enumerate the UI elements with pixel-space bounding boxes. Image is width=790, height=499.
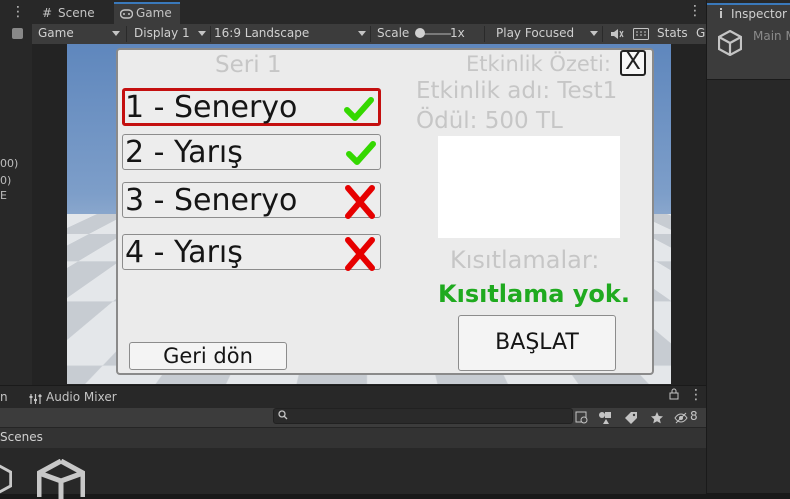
game-scene-background: Seri 1 1 - Seneryo 2 - Yarış 3 - Seneryo…	[67, 44, 671, 384]
lock-icon[interactable]	[669, 388, 679, 403]
aspect-select[interactable]: 16:9 Landscape	[214, 24, 309, 44]
tab-scene[interactable]: # Scene	[36, 3, 103, 24]
tab-inspector-label: Inspector	[731, 7, 787, 21]
info-icon	[717, 5, 725, 25]
unity-asset-icon[interactable]	[0, 464, 12, 494]
gamepad-icon	[119, 4, 134, 25]
checkmark-icon	[346, 141, 376, 165]
event-name: Etkinlik adı: Test1	[416, 78, 618, 104]
scale-label: Scale	[377, 26, 410, 40]
restrictions-value: Kısıtlama yok.	[438, 280, 630, 308]
bottom-tab-bar: n Audio Mixer ⋮	[0, 386, 706, 408]
mixer-icon	[29, 390, 42, 409]
race-item-1[interactable]: 1 - Seneryo	[122, 88, 381, 126]
scale-value: 1x	[450, 26, 465, 40]
inspector-panel: Inspector Main M	[706, 0, 790, 493]
view-tab-bar: # Scene Game ⋮	[32, 0, 706, 25]
race-label: 4 - Yarış	[125, 235, 243, 270]
hierarchy-panel: ⋮ 00) 0) E	[0, 0, 33, 385]
gizmos-button[interactable]: G	[696, 24, 705, 44]
game-viewport[interactable]: Seri 1 1 - Seneryo 2 - Yarış 3 - Seneryo…	[32, 44, 706, 385]
race-label: 2 - Yarış	[125, 135, 243, 170]
hierarchy-toolbar-icon[interactable]	[12, 28, 23, 39]
search-input[interactable]	[273, 408, 573, 424]
game-toolbar: Game Display 1 16:9 Landscape Scale 1x P…	[32, 24, 706, 45]
play-mode-select[interactable]: Play Focused	[496, 24, 574, 44]
event-reward: Ödül: 500 TL	[416, 108, 563, 134]
race-item-4[interactable]: 4 - Yarış	[122, 234, 381, 271]
race-item-2[interactable]: 2 - Yarış	[122, 134, 381, 170]
divider	[210, 26, 211, 42]
race-label: 3 - Seneryo	[125, 183, 298, 218]
scenes-label: Scenes	[0, 430, 43, 444]
grid-icon: #	[42, 6, 53, 20]
divider	[602, 26, 603, 42]
divider	[484, 26, 485, 42]
restrictions-title: Kısıtlamalar:	[450, 246, 600, 274]
summary-title: Etkinlik Özeti:	[466, 52, 611, 76]
divider	[126, 26, 127, 42]
cross-icon	[345, 185, 375, 219]
tab-audio-mixer[interactable]: Audio Mixer	[46, 390, 117, 404]
cross-icon	[345, 237, 375, 271]
tab-game-label: Game	[136, 6, 172, 20]
keyboard-icon[interactable]	[633, 27, 649, 41]
race-label: 1 - Seneryo	[125, 90, 298, 125]
more-options-icon[interactable]: ⋮	[11, 5, 25, 19]
start-button[interactable]: BAŞLAT	[458, 315, 616, 371]
event-dialog: Seri 1 1 - Seneryo 2 - Yarış 3 - Seneryo…	[116, 48, 654, 375]
view-select[interactable]: Game	[38, 24, 74, 44]
chevron-down-icon	[112, 31, 120, 36]
checkmark-icon	[344, 97, 374, 121]
more-options-icon[interactable]: ⋮	[688, 4, 702, 18]
tab-inspector[interactable]: Inspector	[707, 3, 790, 24]
chevron-down-icon	[590, 31, 598, 36]
stats-button[interactable]: Stats	[657, 24, 688, 44]
inspector-object-name: Main M	[753, 29, 790, 43]
display-select[interactable]: Display 1	[134, 24, 190, 44]
scale-slider-handle[interactable]	[415, 28, 425, 38]
back-button[interactable]: Geri dön	[129, 342, 287, 370]
chevron-down-icon	[358, 31, 366, 36]
scenes-header: Scenes	[0, 427, 706, 448]
tab-scene-label: Scene	[58, 6, 95, 20]
track-preview-image	[438, 136, 620, 238]
hidden-count: 8	[690, 409, 698, 423]
hierarchy-text-fragment: 0)	[0, 174, 12, 187]
more-options-icon[interactable]: ⋮	[689, 388, 703, 402]
close-button[interactable]: X	[620, 50, 646, 76]
search-icon	[278, 409, 288, 424]
unity-asset-icon[interactable]	[37, 459, 85, 499]
tab-truncated[interactable]: n	[0, 390, 8, 404]
audio-muted-icon[interactable]	[610, 27, 624, 41]
divider	[370, 26, 371, 42]
hierarchy-text-fragment: 00)	[0, 157, 19, 170]
race-item-3[interactable]: 3 - Seneryo	[122, 182, 381, 219]
tab-game[interactable]: Game	[114, 2, 180, 24]
unity-object-icon	[718, 30, 742, 56]
series-title: Seri 1	[215, 52, 282, 78]
bottom-panel: n Audio Mixer ⋮ 8 Scenes	[0, 385, 706, 499]
chevron-down-icon	[198, 31, 206, 36]
hierarchy-text-fragment: E	[0, 189, 7, 202]
inspector-header: Main M	[707, 24, 790, 80]
